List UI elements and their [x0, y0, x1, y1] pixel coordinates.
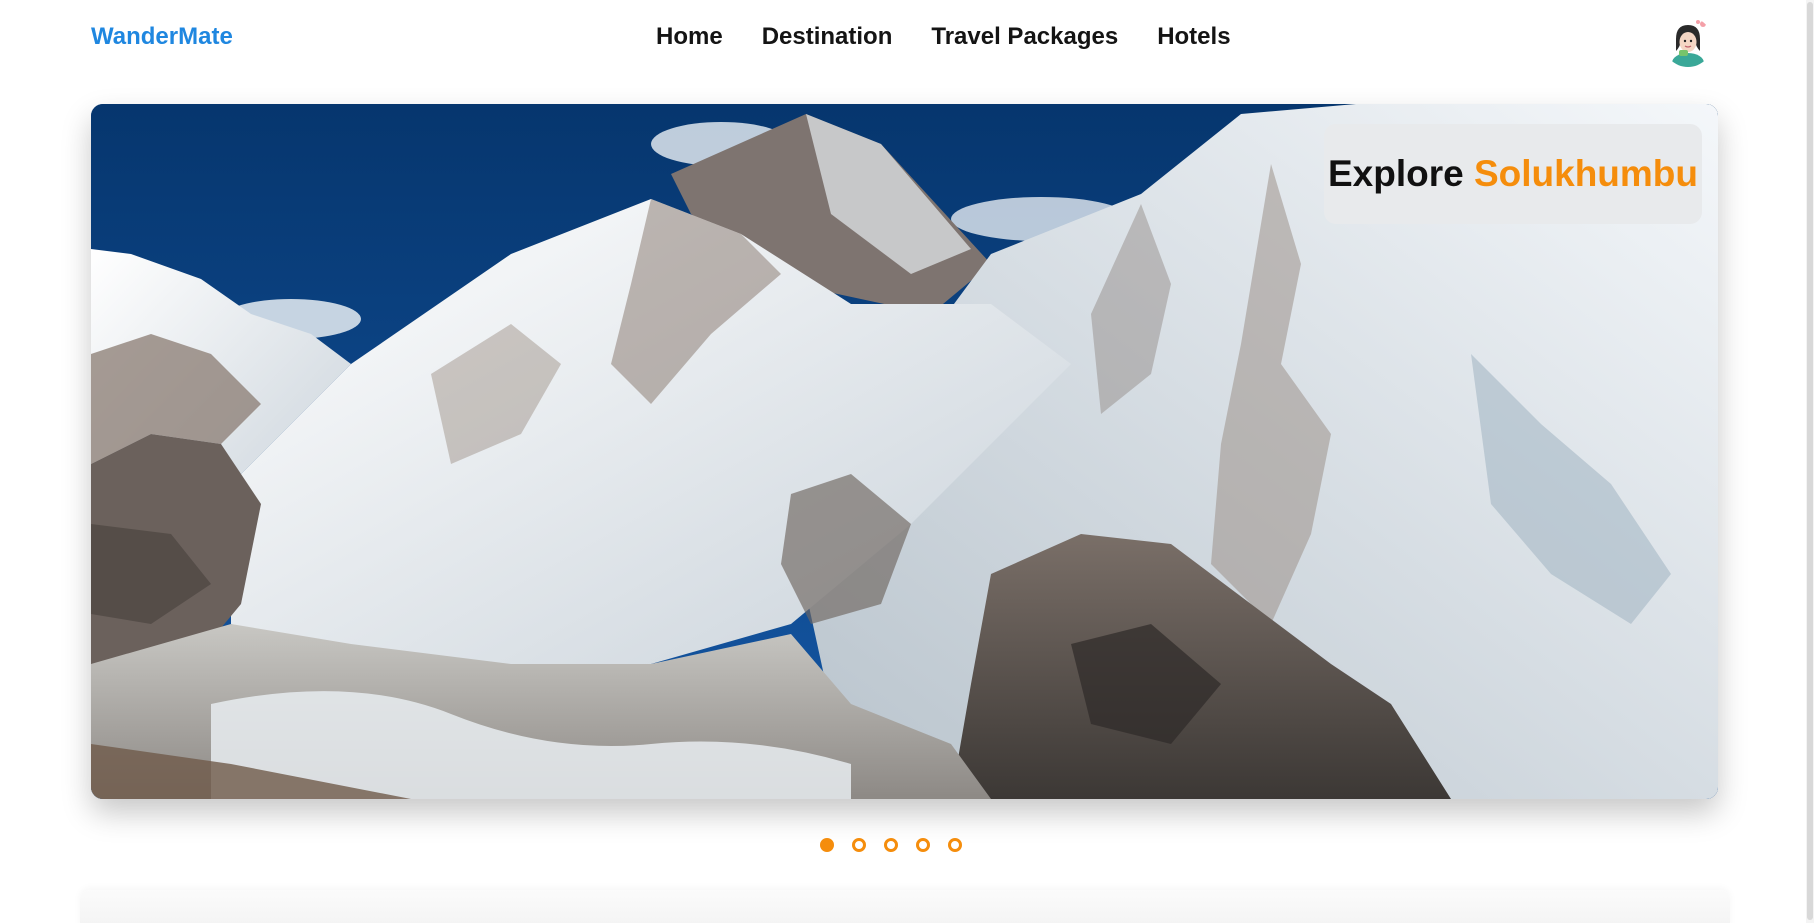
top-navbar: WanderMate Home Destination Travel Packa…: [0, 0, 1814, 76]
destination-name: Solukhumbu: [1473, 153, 1699, 194]
nav-item-destination[interactable]: Destination: [762, 23, 893, 51]
carousel-dot-1[interactable]: [820, 838, 834, 852]
next-section-edge: [80, 890, 1730, 923]
carousel-dot-3[interactable]: [884, 838, 898, 852]
main-nav: Home Destination Travel Packages Hotels: [656, 23, 1270, 51]
explore-heading: Explore Solukhumbu: [1328, 153, 1698, 195]
page-scrollbar[interactable]: [1806, 0, 1814, 923]
carousel-indicators: [820, 838, 962, 852]
user-avatar-icon[interactable]: [1663, 17, 1713, 67]
scrollbar-thumb[interactable]: [1807, 2, 1813, 920]
carousel-dot-4[interactable]: [916, 838, 930, 852]
page: WanderMate Home Destination Travel Packa…: [0, 0, 1814, 923]
carousel-dot-5[interactable]: [948, 838, 962, 852]
hero-carousel-slide: Explore Solukhumbu: [91, 104, 1718, 799]
brand-logo-link[interactable]: WanderMate: [91, 23, 233, 51]
explore-destination-card: Explore Solukhumbu: [1324, 124, 1702, 224]
carousel-dot-2[interactable]: [852, 838, 866, 852]
nav-item-home[interactable]: Home: [656, 23, 723, 51]
nav-item-hotels[interactable]: Hotels: [1157, 23, 1230, 51]
explore-word: Explore: [1327, 153, 1464, 194]
nav-item-travel-packages[interactable]: Travel Packages: [931, 23, 1118, 51]
